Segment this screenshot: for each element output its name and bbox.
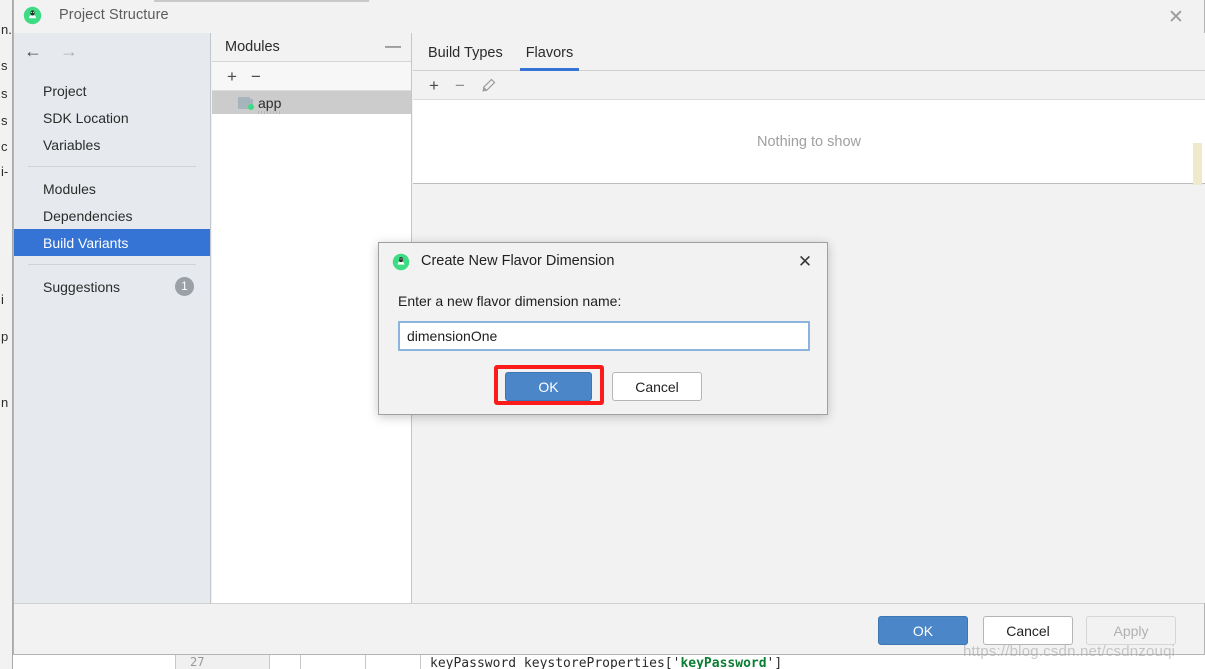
flavors-empty-area: Nothing to show: [413, 100, 1205, 184]
modal-prompt-label: Enter a new flavor dimension name:: [398, 293, 622, 309]
add-flavor-button[interactable]: +: [429, 77, 439, 94]
ide-text-fragment: n: [1, 395, 9, 410]
tab-label: Build Types: [428, 45, 503, 61]
modules-panel-title: Modules: [225, 39, 280, 55]
ide-column-divider: [365, 655, 366, 669]
ide-code-text: keyPassword keystoreProperties[': [430, 656, 681, 669]
modules-panel-header: Modules —: [212, 33, 411, 62]
pencil-icon[interactable]: [481, 78, 496, 93]
sidebar-item-label: Project: [43, 82, 87, 99]
titlebar-tab-underline: [154, 0, 369, 2]
sidebar-item-modules[interactable]: Modules: [14, 175, 210, 202]
ide-code-keyword: keyPassword: [680, 656, 767, 669]
sidebar-item-suggestions[interactable]: Suggestions 1: [14, 273, 210, 300]
sidebar-item-dependencies[interactable]: Dependencies: [14, 202, 210, 229]
flavor-dimension-name-input[interactable]: [398, 321, 810, 351]
sidebar-item-sdk-location[interactable]: SDK Location: [14, 104, 210, 131]
ok-button[interactable]: OK: [878, 616, 968, 645]
ide-text-fragment: i: [1, 292, 4, 307]
ide-text-fragment: i-: [1, 164, 9, 179]
remove-module-button[interactable]: −: [251, 68, 261, 85]
cancel-button[interactable]: Cancel: [983, 616, 1073, 645]
ide-line-number: 27: [190, 655, 205, 669]
tab-label: Flavors: [525, 45, 574, 61]
remove-flavor-button[interactable]: −: [455, 77, 465, 94]
sidebar-item-label: SDK Location: [43, 109, 129, 126]
sidebar-item-label: Build Variants: [43, 234, 129, 251]
sidebar-list: Project SDK Location Variables Modules D…: [14, 77, 210, 300]
modules-list: app: [212, 91, 411, 114]
apply-button[interactable]: Apply: [1086, 616, 1176, 645]
nav-arrow-group: ← →: [24, 42, 78, 60]
ide-code-text-suffix: ']: [766, 656, 783, 669]
sidebar-item-project[interactable]: Project: [14, 77, 210, 104]
collapse-icon[interactable]: —: [385, 39, 401, 55]
sidebar-item-label: Suggestions: [43, 278, 121, 295]
ide-text-fragment: s: [1, 86, 8, 101]
dialog-titlebar: Project Structure ✕: [14, 0, 1204, 33]
sidebar-item-variables[interactable]: Variables: [14, 131, 210, 158]
sidebar-divider: [28, 264, 196, 265]
module-row-app[interactable]: app: [212, 91, 411, 114]
tab-flavors[interactable]: Flavors: [519, 45, 580, 71]
ide-column-divider: [300, 655, 301, 669]
android-studio-icon: [392, 253, 410, 271]
content-tabbar: Build Types Flavors: [413, 33, 1205, 71]
modal-cancel-button[interactable]: Cancel: [612, 372, 702, 401]
modal-title: Create New Flavor Dimension: [421, 253, 615, 269]
empty-state-text: Nothing to show: [757, 133, 861, 150]
dialog-footer: OK Cancel Apply: [14, 603, 1204, 654]
modal-ok-button[interactable]: OK: [505, 372, 592, 401]
sidebar-divider: [28, 166, 196, 167]
module-row-label: app: [258, 94, 282, 114]
close-icon[interactable]: ✕: [795, 252, 815, 272]
flavors-toolbar: + −: [413, 71, 1205, 100]
ide-text-fragment: n.: [1, 22, 12, 37]
sidebar-item-label: Variables: [43, 136, 101, 153]
suggestions-count-badge: 1: [175, 277, 194, 296]
ide-column-divider: [420, 655, 421, 669]
sidebar-item-label: Dependencies: [43, 207, 133, 224]
modal-titlebar: Create New Flavor Dimension ✕: [379, 243, 827, 281]
forward-arrow-icon[interactable]: →: [60, 42, 78, 60]
tab-build-types[interactable]: Build Types: [422, 45, 509, 70]
create-flavor-dimension-dialog: Create New Flavor Dimension ✕ Enter a ne…: [378, 242, 828, 415]
folder-icon: [238, 96, 254, 110]
ide-text-fragment: s: [1, 113, 8, 128]
back-arrow-icon[interactable]: ←: [24, 42, 42, 60]
modules-toolbar: + −: [212, 62, 411, 91]
sidebar-item-build-variants[interactable]: Build Variants: [14, 229, 210, 256]
dialog-title: Project Structure: [59, 7, 169, 23]
close-icon[interactable]: ✕: [1155, 2, 1197, 32]
android-studio-icon: [23, 6, 42, 25]
ide-text-fragment: p: [1, 329, 9, 344]
ide-text-fragment: s: [1, 58, 8, 73]
add-module-button[interactable]: +: [227, 68, 237, 85]
ide-code-line: keyPassword keystoreProperties['keyPassw…: [430, 656, 782, 669]
dialog-sidebar: ← → Project SDK Location Variables Modul…: [14, 33, 211, 603]
sidebar-item-label: Modules: [43, 180, 96, 197]
ide-text-fragment: c: [1, 139, 8, 154]
